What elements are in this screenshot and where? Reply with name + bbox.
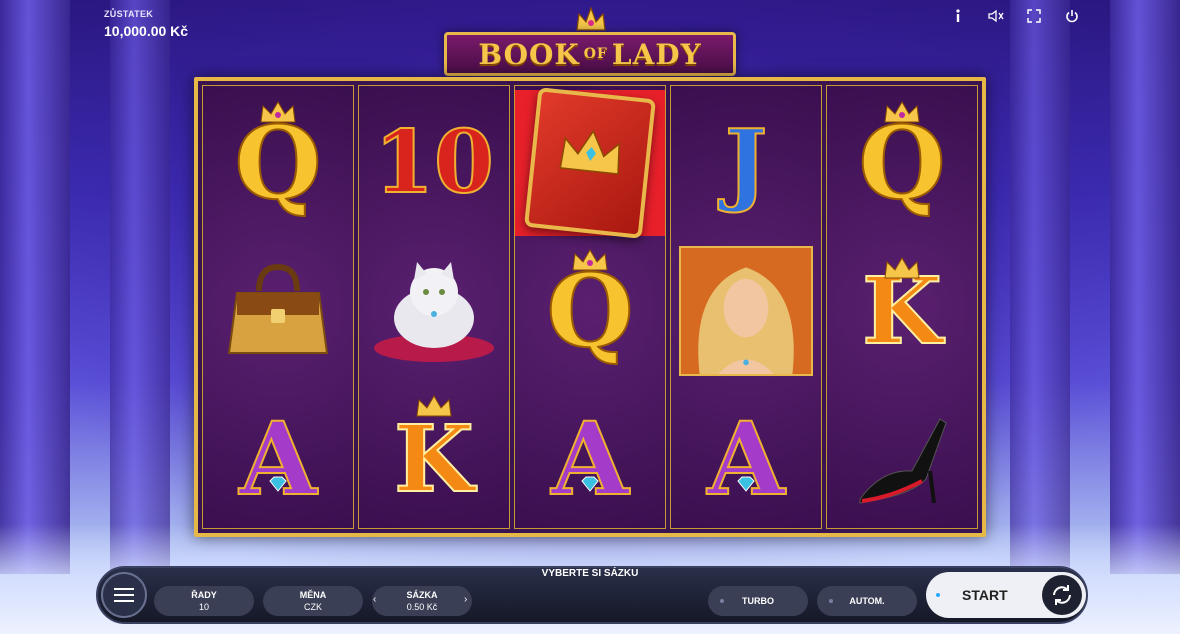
symbol-q: Q: [857, 104, 946, 222]
symbol-a: A: [550, 400, 630, 518]
crown-icon: [416, 395, 452, 417]
autoplay-button[interactable]: AUTOM.: [817, 586, 917, 616]
info-icon[interactable]: [950, 8, 966, 24]
symbol-cell: [515, 87, 665, 239]
high-heel-shoe-icon: [859, 418, 947, 504]
symbol-cell: A: [515, 386, 665, 532]
symbol-cell: [359, 238, 509, 384]
book-symbol-icon: [524, 87, 656, 239]
currency-value: CZK: [304, 602, 322, 612]
lines-value: 10: [198, 602, 209, 612]
reel-5: Q K: [826, 85, 978, 529]
turbo-button[interactable]: TURBO: [708, 586, 808, 616]
bet-increase-icon[interactable]: ›: [464, 594, 467, 605]
bet-label: SÁZKA: [406, 590, 438, 600]
symbol-q: Q: [233, 104, 322, 222]
symbol-cell: K: [359, 386, 509, 532]
crown-icon: [260, 101, 296, 123]
lines-selector[interactable]: ŘADY 10: [154, 586, 254, 616]
balance-label: ZŮSTATEK: [104, 9, 154, 19]
pillar-left-inner: [110, 0, 170, 574]
logo-crown-icon: [576, 6, 606, 31]
hamburger-icon: [114, 588, 134, 602]
crown-icon: [884, 101, 920, 123]
autoplay-indicator: [829, 599, 833, 603]
symbol-cell: [671, 238, 821, 384]
pillar-left: [0, 0, 70, 574]
symbol-a: A: [706, 400, 786, 518]
reel-frame: Q A 10 K Q A J A Q K: [194, 77, 986, 537]
pillar-right-inner: [1010, 0, 1070, 574]
lady-portrait-icon: [681, 248, 811, 374]
symbol-cell: Q: [827, 90, 977, 236]
book-crown-icon: [559, 129, 620, 175]
fullscreen-icon[interactable]: [1026, 8, 1042, 24]
power-icon[interactable]: [1064, 8, 1080, 24]
reel-3: Q A: [514, 85, 666, 529]
balance-display: ZŮSTATEK 10,000.00 Kč: [104, 9, 188, 39]
crown-icon: [884, 257, 920, 279]
start-label: START: [962, 587, 1008, 603]
spin-icon[interactable]: [1042, 575, 1082, 615]
logo-word-of: OF: [583, 46, 608, 62]
lady-symbol: [679, 246, 813, 376]
gem-icon: [737, 476, 755, 492]
symbol-cell: [827, 386, 977, 532]
symbol-a: A: [238, 400, 318, 518]
reel-1: Q A: [202, 85, 354, 529]
gem-icon: [269, 476, 287, 492]
currency-selector[interactable]: MĚNA CZK: [263, 586, 363, 616]
symbol-cell: Q: [203, 90, 353, 236]
reels-grid: Q A 10 K Q A J A Q K: [202, 85, 978, 529]
reel-2: 10 K: [358, 85, 510, 529]
symbol-q: Q: [545, 252, 634, 370]
symbol-cell: A: [203, 386, 353, 532]
symbol-10: 10: [373, 112, 495, 213]
symbol-cell: J: [671, 90, 821, 236]
bet-value: 0.50 Kč: [406, 602, 438, 612]
logo-word-book: BOOK: [478, 37, 580, 71]
handbag-icon: [227, 263, 329, 354]
menu-button[interactable]: [101, 572, 147, 618]
symbol-cell: K: [827, 238, 977, 384]
gem-icon: [581, 476, 599, 492]
volume-icon[interactable]: [988, 8, 1004, 24]
symbol-k: K: [393, 405, 475, 513]
reel-4: J A: [670, 85, 822, 529]
lines-label: ŘADY: [191, 590, 217, 600]
logo-word-lady: LADY: [611, 37, 702, 71]
symbol-j: J: [724, 110, 769, 216]
start-button[interactable]: START: [926, 572, 1086, 618]
symbol-cell: [203, 238, 353, 384]
bet-selector: SÁZKA 0.50 Kč: [372, 586, 472, 616]
top-controls: [950, 8, 1080, 24]
crown-icon: [572, 249, 608, 271]
balance-value: 10,000.00 Kč: [104, 23, 189, 39]
bet-decrease-icon[interactable]: ‹: [373, 594, 376, 605]
game-logo: BOOK OF LADY: [444, 32, 736, 76]
pillar-right: [1110, 0, 1180, 574]
turbo-indicator: [720, 599, 724, 603]
start-indicator: [936, 593, 940, 597]
symbol-cell: Q: [515, 238, 665, 384]
currency-label: MĚNA: [299, 590, 327, 600]
autoplay-label: AUTOM.: [849, 596, 885, 606]
symbol-cell: A: [671, 386, 821, 532]
cat-icon: [374, 262, 494, 362]
turbo-label: TURBO: [742, 596, 774, 606]
symbol-cell: 10: [359, 90, 509, 236]
